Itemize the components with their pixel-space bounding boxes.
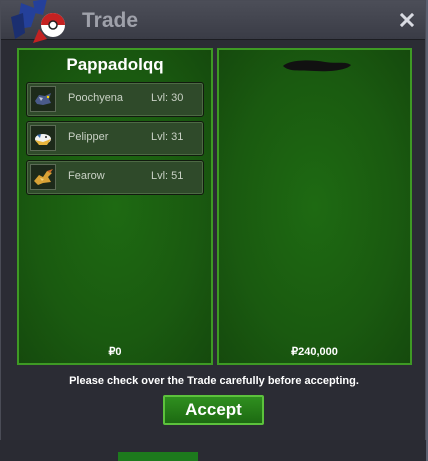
pokemon-level: Lvl: 51 xyxy=(151,170,184,182)
close-icon xyxy=(400,13,414,27)
pokemon-level: Lvl: 31 xyxy=(151,131,184,143)
fearow-icon xyxy=(30,164,56,190)
my-money-offer: ₽0 xyxy=(108,346,122,358)
title-bar[interactable]: Trade xyxy=(1,0,425,43)
pokemon-row-pelipper[interactable]: Pelipper Lvl: 31 xyxy=(26,121,204,156)
poochyena-icon xyxy=(30,86,56,112)
pokeball-logo-icon xyxy=(11,0,65,43)
pokemon-level: Lvl: 30 xyxy=(151,92,184,104)
pokemon-name: Fearow xyxy=(68,170,105,182)
partner-money-offer: ₽240,000 xyxy=(291,346,338,358)
my-offer-panel: Pappadolqq Poochyena Lvl: 30 Pelipper Lv… xyxy=(17,48,213,365)
partner-offer-panel: ₽240,000 xyxy=(217,48,412,365)
close-button[interactable] xyxy=(395,8,419,32)
my-pokemon-list: Poochyena Lvl: 30 Pelipper Lvl: 31 Fearo… xyxy=(26,82,204,199)
pokemon-row-fearow[interactable]: Fearow Lvl: 51 xyxy=(26,160,204,195)
bottom-background xyxy=(0,440,428,461)
pelipper-icon xyxy=(30,125,56,151)
my-trainer-name: Pappadolqq xyxy=(66,55,164,74)
pokemon-name: Poochyena xyxy=(68,92,124,104)
accept-button[interactable]: Accept xyxy=(163,395,264,425)
trade-window: Trade Pappadolqq Poochyena Lvl: 30 Pelip… xyxy=(0,0,426,459)
trade-notice: Please check over the Trade carefully be… xyxy=(69,375,359,387)
pokemon-name: Pelipper xyxy=(68,131,109,143)
partner-trainer-name-redacted xyxy=(283,60,351,72)
background-grass xyxy=(118,452,198,461)
pokemon-row-poochyena[interactable]: Poochyena Lvl: 30 xyxy=(26,82,204,117)
window-title: Trade xyxy=(82,9,139,32)
